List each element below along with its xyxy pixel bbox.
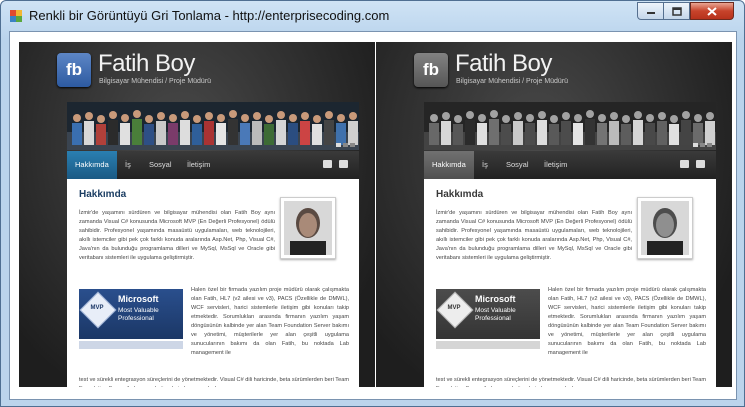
group-photo xyxy=(67,102,359,150)
mvp-professional: Professional xyxy=(118,315,154,322)
calendar-icon[interactable] xyxy=(323,160,332,168)
portrait xyxy=(284,201,332,255)
about-paragraph-2: Halen özel bir firmada yazılım proje müd… xyxy=(548,287,706,356)
mvp-badge: MVP Microsoft Most Valuable Professional xyxy=(79,289,183,339)
client-area: fb Fatih Boy Bilgisayar Mühendisi / Proj… xyxy=(9,31,737,400)
nav-item-hakkimda[interactable]: Hakkımda xyxy=(424,151,474,179)
site-nav: Hakkımda İş Sosyal İletişim xyxy=(424,151,716,179)
banner-dot[interactable] xyxy=(343,143,348,147)
section-title: Hakkımda xyxy=(79,189,127,200)
mvp-microsoft: Microsoft xyxy=(118,294,159,304)
app-window: Renkli bir Görüntüyü Gri Tonlama - http:… xyxy=(0,0,745,407)
site-title: Fatih Boy xyxy=(455,50,552,77)
minimize-icon xyxy=(646,12,655,14)
banner-pager[interactable] xyxy=(693,143,712,147)
website-screenshot-grayscale: fb Fatih Boy Bilgisayar Mühendisi / Proj… xyxy=(376,42,732,387)
calendar-icon[interactable] xyxy=(680,160,689,168)
site-subtitle: Bilgisayar Mühendisi / Proje Müdürü xyxy=(99,78,212,85)
close-button[interactable] xyxy=(690,2,734,20)
fb-logo: fb xyxy=(57,53,91,87)
mail-icon[interactable] xyxy=(696,160,705,168)
content-panel: Hakkımda İzmir'de yaşamını sürdüren ve b… xyxy=(424,179,716,387)
close-icon xyxy=(707,6,717,16)
mvp-diamond-text: MVP xyxy=(447,305,461,311)
mvp-strip xyxy=(436,341,540,349)
banner-dot[interactable] xyxy=(336,143,341,147)
title-bar[interactable]: Renkli bir Görüntüyü Gri Tonlama - http:… xyxy=(1,1,744,31)
banner-dot[interactable] xyxy=(707,143,712,147)
nav-item-hakkimda[interactable]: Hakkımda xyxy=(67,151,117,179)
mvp-badge: MVP Microsoft Most Valuable Professional xyxy=(436,289,540,339)
nav-item-is[interactable]: İş xyxy=(117,151,139,179)
nav-item-sosyal[interactable]: Sosyal xyxy=(141,151,180,179)
profile-photo xyxy=(637,197,693,259)
banner-dot[interactable] xyxy=(350,143,355,147)
original-image-box: fb Fatih Boy Bilgisayar Mühendisi / Proj… xyxy=(19,42,375,387)
section-title: Hakkımda xyxy=(436,189,484,200)
maximize-button[interactable] xyxy=(663,2,690,20)
portrait xyxy=(641,201,689,255)
mvp-most-valuable: Most Valuable xyxy=(475,307,516,314)
site-subtitle: Bilgisayar Mühendisi / Proje Müdürü xyxy=(456,78,569,85)
nav-item-iletisim[interactable]: İletişim xyxy=(536,151,575,179)
window-title: Renkli bir Görüntüyü Gri Tonlama - http:… xyxy=(29,8,390,23)
minimize-button[interactable] xyxy=(637,2,664,20)
about-paragraph-3: test ve sürekli entegrasyon süreçlerini … xyxy=(436,377,706,387)
fb-logo: fb xyxy=(414,53,448,87)
mvp-strip xyxy=(79,341,183,349)
site-title: Fatih Boy xyxy=(98,50,195,77)
nav-item-is[interactable]: İş xyxy=(474,151,496,179)
content-panel: Hakkımda İzmir'de yaşamını sürdüren ve b… xyxy=(67,179,359,387)
mvp-professional: Professional xyxy=(475,315,511,322)
mvp-diamond-text: MVP xyxy=(90,305,104,311)
nav-item-iletisim[interactable]: İletişim xyxy=(179,151,218,179)
mvp-microsoft: Microsoft xyxy=(475,294,516,304)
about-paragraph-1: İzmir'de yaşamını sürdüren ve bilgisayar… xyxy=(436,210,632,261)
mail-icon[interactable] xyxy=(339,160,348,168)
group-photo xyxy=(424,102,716,150)
banner-dot[interactable] xyxy=(693,143,698,147)
about-paragraph-1: İzmir'de yaşamını sürdüren ve bilgisayar… xyxy=(79,210,275,261)
site-nav: Hakkımda İş Sosyal İletişim xyxy=(67,151,359,179)
profile-photo xyxy=(280,197,336,259)
maximize-icon xyxy=(671,6,682,16)
about-paragraph-2: Halen özel bir firmada yazılım proje müd… xyxy=(191,287,349,356)
nav-item-sosyal[interactable]: Sosyal xyxy=(498,151,537,179)
app-icon xyxy=(10,10,22,22)
website-screenshot: fb Fatih Boy Bilgisayar Mühendisi / Proj… xyxy=(19,42,375,387)
banner-photo xyxy=(67,102,359,150)
mvp-most-valuable: Most Valuable xyxy=(118,307,159,314)
banner-dot[interactable] xyxy=(700,143,705,147)
banner-pager[interactable] xyxy=(336,143,355,147)
banner-photo xyxy=(424,102,716,150)
grayscale-image-box: fb Fatih Boy Bilgisayar Mühendisi / Proj… xyxy=(376,42,732,387)
about-paragraph-3: test ve sürekli entegrasyon süreçlerini … xyxy=(79,377,349,387)
